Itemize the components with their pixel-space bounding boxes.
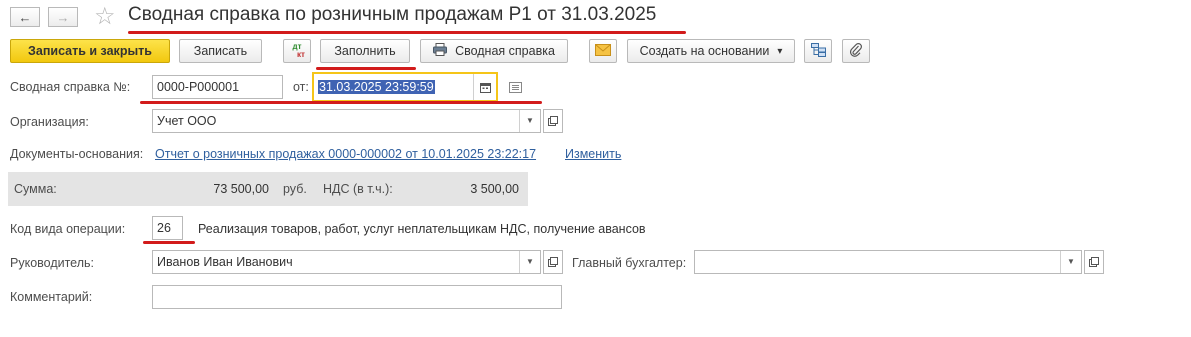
comment-label: Комментарий: bbox=[10, 290, 93, 304]
annotation-underline-opcode bbox=[143, 241, 195, 244]
date-field[interactable]: 31.03.2025 23:59:59 bbox=[312, 72, 498, 102]
arrow-right-icon: → bbox=[56, 9, 70, 25]
organization-value: Учет ООО bbox=[157, 114, 217, 128]
sum-value: 73 500,00 bbox=[213, 182, 269, 196]
open-icon bbox=[548, 257, 558, 267]
save-button[interactable]: Записать bbox=[179, 39, 262, 63]
dt-kt-button[interactable]: дт кт bbox=[283, 39, 311, 63]
forward-button[interactable]: → bbox=[48, 7, 78, 27]
date-value: 31.03.2025 23:59:59 bbox=[318, 80, 435, 94]
chief-accountant-label: Главный бухгалтер: bbox=[572, 256, 687, 270]
currency-label: руб. bbox=[283, 182, 307, 196]
page-title: Сводная справка по розничным продажам Р1… bbox=[128, 4, 657, 25]
chief-accountant-open-button[interactable] bbox=[1084, 250, 1104, 274]
head-dropdown-icon[interactable]: ▼ bbox=[519, 251, 540, 273]
print-summary-button[interactable]: Сводная справка bbox=[420, 39, 568, 63]
organization-field[interactable]: Учет ООО ▼ bbox=[152, 109, 541, 133]
operation-code-field[interactable]: 26 bbox=[152, 216, 183, 240]
number-field[interactable]: 0000-Р000001 bbox=[152, 75, 283, 99]
chevron-down-icon: ▾ bbox=[777, 45, 783, 57]
arrow-left-icon: ← bbox=[18, 9, 32, 25]
operation-code-label: Код вида операции: bbox=[10, 222, 126, 236]
open-icon bbox=[1089, 257, 1099, 267]
structure-button[interactable] bbox=[804, 39, 832, 63]
create-on-basis-label: Создать на основании bbox=[639, 44, 770, 58]
printer-icon bbox=[433, 43, 448, 59]
sum-label: Сумма: bbox=[14, 182, 57, 196]
save-and-close-label: Записать и закрыть bbox=[28, 44, 152, 58]
email-button[interactable] bbox=[589, 39, 617, 63]
basis-documents-label: Документы-основания: bbox=[10, 147, 144, 161]
annotation-underline-fill bbox=[316, 67, 416, 70]
history-icon[interactable] bbox=[509, 82, 522, 96]
number-label: Сводная справка №: bbox=[10, 80, 131, 94]
date-label: от: bbox=[293, 80, 309, 94]
calendar-icon[interactable] bbox=[473, 74, 496, 100]
print-summary-label: Сводная справка bbox=[455, 44, 555, 58]
head-value: Иванов Иван Иванович bbox=[157, 255, 293, 269]
fill-label: Заполнить bbox=[334, 44, 396, 58]
head-label: Руководитель: bbox=[10, 256, 95, 270]
change-basis-link[interactable]: Изменить bbox=[565, 147, 621, 161]
organization-label: Организация: bbox=[10, 115, 89, 129]
paperclip-icon bbox=[849, 42, 862, 60]
chief-accountant-dropdown-icon[interactable]: ▼ bbox=[1060, 251, 1081, 273]
attachments-button[interactable] bbox=[842, 39, 870, 63]
save-label: Записать bbox=[193, 44, 248, 58]
annotation-underline-number bbox=[140, 101, 542, 104]
annotation-underline-title bbox=[128, 31, 686, 34]
kt-label: кт bbox=[297, 50, 305, 59]
head-open-button[interactable] bbox=[543, 250, 563, 274]
vat-value: 3 500,00 bbox=[470, 182, 519, 196]
back-button[interactable]: ← bbox=[10, 7, 40, 27]
chief-accountant-field[interactable]: ▼ bbox=[694, 250, 1082, 274]
favorite-star-icon[interactable]: ☆ bbox=[94, 2, 116, 31]
organization-open-button[interactable] bbox=[543, 109, 563, 133]
comment-field[interactable] bbox=[152, 285, 562, 309]
open-icon bbox=[548, 116, 558, 126]
head-field[interactable]: Иванов Иван Иванович ▼ bbox=[152, 250, 541, 274]
basis-document-link[interactable]: Отчет о розничных продажах 0000-000002 о… bbox=[155, 147, 536, 161]
envelope-icon bbox=[595, 43, 611, 59]
save-and-close-button[interactable]: Записать и закрыть bbox=[10, 39, 170, 63]
operation-code-description: Реализация товаров, работ, услуг неплате… bbox=[198, 222, 646, 236]
vat-label: НДС (в т.ч.): bbox=[323, 182, 393, 196]
organization-dropdown-icon[interactable]: ▼ bbox=[519, 110, 540, 132]
fill-button[interactable]: Заполнить bbox=[320, 39, 410, 63]
hierarchy-icon bbox=[810, 42, 826, 60]
create-on-basis-button[interactable]: Создать на основании ▾ bbox=[627, 39, 795, 63]
